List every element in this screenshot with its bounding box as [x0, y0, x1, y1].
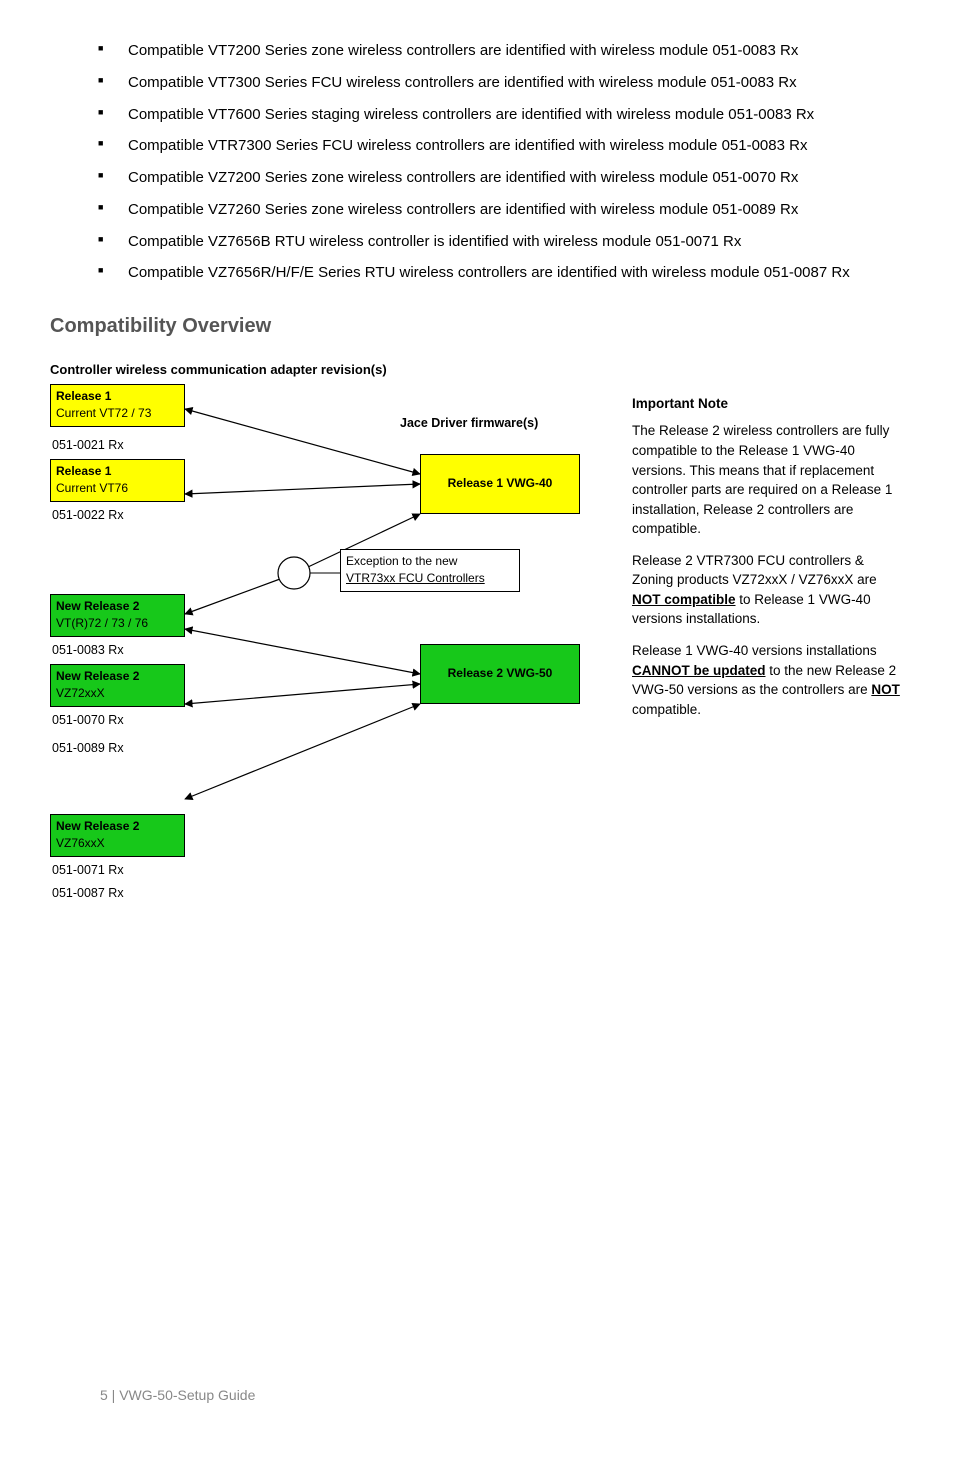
- rev-label: 051-0071 Rx: [52, 861, 124, 879]
- left-box-release2-vtr: New Release 2 VT(R)72 / 73 / 76: [50, 594, 185, 637]
- exception-line2: VTR73xx FCU Controllers: [346, 570, 514, 587]
- bullet-item: Compatible VZ7260 Series zone wireless c…: [98, 199, 904, 221]
- box-text: Release 1 VWG-40: [448, 475, 553, 492]
- bullet-item: Compatible VT7200 Series zone wireless c…: [98, 40, 904, 62]
- box-sub: VT(R)72 / 73 / 76: [56, 615, 179, 632]
- note-strong: NOT compatible: [632, 592, 736, 607]
- bullet-item: Compatible VTR7300 Series FCU wireless c…: [98, 135, 904, 157]
- box-header: Release 1: [56, 463, 179, 480]
- compatibility-diagram: Release 1 Current VT72 / 73 051-0021 Rx …: [50, 384, 610, 1044]
- rev-label: 051-0089 Rx: [52, 739, 124, 757]
- diagram-title: Controller wireless communication adapte…: [50, 361, 904, 380]
- rev-label: 051-0083 Rx: [52, 641, 124, 659]
- box-header: New Release 2: [56, 818, 179, 835]
- rev-label: 051-0070 Rx: [52, 711, 124, 729]
- note-p1: The Release 2 wireless controllers are f…: [632, 421, 904, 538]
- left-box-release2-vz76: New Release 2 VZ76xxX: [50, 814, 185, 857]
- bullet-item: Compatible VT7300 Series FCU wireless co…: [98, 72, 904, 94]
- bullet-item: Compatible VZ7656R/H/F/E Series RTU wire…: [98, 262, 904, 284]
- bullet-item: Compatible VT7600 Series staging wireles…: [98, 104, 904, 126]
- bullet-list: Compatible VT7200 Series zone wireless c…: [50, 40, 904, 284]
- rev-label: 051-0021 Rx: [52, 436, 124, 454]
- bullet-item: Compatible VZ7656B RTU wireless controll…: [98, 231, 904, 253]
- rev-label: 051-0087 Rx: [52, 884, 124, 902]
- note-title: Important Note: [632, 394, 904, 414]
- jace-label: Jace Driver firmware(s): [400, 414, 538, 432]
- box-sub: VZ72xxX: [56, 685, 179, 702]
- right-box-vwg40: Release 1 VWG-40: [420, 454, 580, 514]
- box-header: Release 1: [56, 388, 179, 405]
- box-header: New Release 2: [56, 598, 179, 615]
- important-note: Important Note The Release 2 wireless co…: [632, 384, 904, 731]
- bullet-item: Compatible VZ7200 Series zone wireless c…: [98, 167, 904, 189]
- box-header: New Release 2: [56, 668, 179, 685]
- left-box-release1-vt7273: Release 1 Current VT72 / 73: [50, 384, 185, 427]
- box-sub: Current VT76: [56, 480, 179, 497]
- right-box-vwg50: Release 2 VWG-50: [420, 644, 580, 704]
- exception-line1: Exception to the new: [346, 553, 514, 570]
- note-span: Release 2 VTR7300 FCU controllers & Zoni…: [632, 553, 877, 588]
- left-box-release1-vt76: Release 1 Current VT76: [50, 459, 185, 502]
- left-box-release2-vz72: New Release 2 VZ72xxX: [50, 664, 185, 707]
- note-p2: Release 2 VTR7300 FCU controllers & Zoni…: [632, 551, 904, 629]
- exception-box: Exception to the new VTR73xx FCU Control…: [340, 549, 520, 592]
- rev-label: 051-0022 Rx: [52, 506, 124, 524]
- section-heading: Compatibility Overview: [50, 312, 904, 341]
- note-strong: NOT: [871, 682, 900, 697]
- page-footer: 5 | VWG-50-Setup Guide: [100, 1385, 255, 1405]
- note-span: compatible.: [632, 702, 701, 717]
- box-sub: VZ76xxX: [56, 835, 179, 852]
- note-strong: CANNOT be updated: [632, 663, 766, 678]
- box-sub: Current VT72 / 73: [56, 405, 179, 422]
- box-text: Release 2 VWG-50: [448, 665, 553, 682]
- note-p3: Release 1 VWG-40 versions installations …: [632, 641, 904, 719]
- note-span: Release 1 VWG-40 versions installations: [632, 643, 877, 658]
